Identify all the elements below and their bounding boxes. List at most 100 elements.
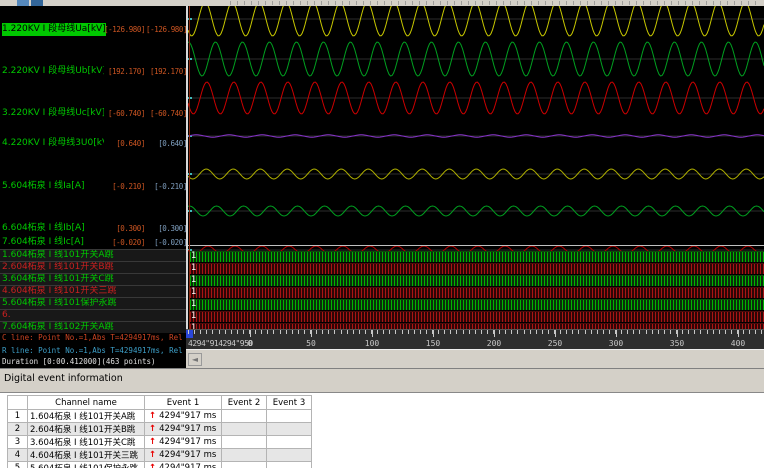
digital-channel-row[interactable]: 5.604柘泉 I 线101保护永跳 xyxy=(0,297,186,309)
row-number: 2 xyxy=(7,422,28,436)
digital-trace-row[interactable]: 1 xyxy=(190,299,764,310)
digital-trace-row[interactable]: 1 xyxy=(190,263,764,274)
channel-name[interactable]: 2.220KV I 段母线Ub[kV] xyxy=(2,65,104,78)
channel-name[interactable]: 7.604柘泉 I 线Ic[A] xyxy=(2,236,104,249)
rising-edge-arrow-icon: ↑ xyxy=(149,437,157,447)
row-number: 3 xyxy=(7,435,28,449)
row-event3 xyxy=(266,435,312,449)
channel-value-r: [-0.210] xyxy=(154,182,186,191)
digital-channel-row[interactable]: 1.604柘泉 I 线101开关A跳 xyxy=(0,249,186,261)
channel-value-c: [-0.210] xyxy=(112,182,145,191)
event1-time: 4294"917 ms xyxy=(159,437,217,447)
digital-channel-row[interactable]: 2.604柘泉 I 线101开关B跳 xyxy=(0,261,186,273)
channel-name[interactable]: 3.220KV I 段母线Uc[kV] xyxy=(2,107,104,120)
r-line-status: R line: Point No.=1,Abs T=4294917ms, Rel… xyxy=(2,346,186,355)
digital-state-value: 1 xyxy=(191,287,197,297)
event1-time: 4294"917 ms xyxy=(159,463,217,468)
table-row[interactable]: 1 1.604柘泉 I 线101开关A跳 ↑ 4294"917 ms xyxy=(7,409,312,423)
analog-channel-row[interactable]: 3.220KV I 段母线Uc[kV] [-60.740] [-60.740] xyxy=(0,107,186,120)
analog-channel-row[interactable]: 4.220KV I 段母线3U0[kV] [0.640] [0.640] xyxy=(0,137,186,150)
num-header xyxy=(7,395,28,410)
channel-name[interactable]: 6.604柘泉 I 线Ib[A] xyxy=(2,222,104,235)
row-event1: ↑ 4294"917 ms xyxy=(144,448,222,462)
ruler-tick-label: 400 xyxy=(730,339,746,348)
channel-value-c: [-60.740] xyxy=(107,109,145,118)
time-ruler[interactable]: 4294"914294"950 0 50 100 150 200 250 300 350 400 xyxy=(186,329,764,349)
digital-state-value: 1 xyxy=(191,251,197,261)
analog-channel-row[interactable]: 5.604柘泉 I 线Ia[A] [-0.210] [-0.210] xyxy=(0,180,186,193)
row-channel-name: 2.604柘泉 I 线101开关B跳 xyxy=(27,422,145,436)
analog-channel-row[interactable]: 1.220KV I 段母线Ua[kV] [-126.980] [-126.980… xyxy=(0,23,186,36)
channel-panel: 1.220KV I 段母线Ua[kV] [-126.980] [-126.980… xyxy=(0,6,186,368)
rising-edge-arrow-icon: ↑ xyxy=(149,411,157,421)
ruler-tick-label: 200 xyxy=(486,339,502,348)
waveform-window: 1.220KV I 段母线Ua[kV] [-126.980] [-126.980… xyxy=(0,6,764,368)
channel-value-c: [0.300] xyxy=(116,224,145,233)
digital-trace-row[interactable]: 1 xyxy=(190,311,764,322)
cursor-line[interactable] xyxy=(189,6,190,329)
digital-trace-row[interactable]: 1 xyxy=(190,275,764,286)
digital-trace-row[interactable]: 1 xyxy=(190,251,764,262)
section-title: Digital event information xyxy=(4,373,123,384)
row-event1: ↑ 4294"917 ms xyxy=(144,461,222,468)
channel-value-r: [-0.020] xyxy=(154,238,186,247)
duration-status: Duration [0:00.412000](463 points) xyxy=(2,357,156,366)
channel-value-c: [-0.020] xyxy=(112,238,145,247)
channel-value-c: [0.640] xyxy=(116,139,145,148)
digital-state-value: 1 xyxy=(191,299,197,309)
digital-channel-row[interactable]: 6. xyxy=(0,309,186,321)
digital-state-value: 1 xyxy=(191,275,197,285)
ruler-tick-label: 50 xyxy=(306,339,316,348)
row-channel-name: 5.604柘泉 I 线101保护永跳 xyxy=(27,461,145,468)
analog-channel-row[interactable]: 6.604柘泉 I 线Ib[A] [0.300] [0.300] xyxy=(0,222,186,235)
ruler-tick-label: 250 xyxy=(547,339,563,348)
analog-channel-row[interactable]: 7.604柘泉 I 线Ic[A] [-0.020] [-0.020] xyxy=(0,236,186,249)
horizontal-scrollbar[interactable]: ◄ xyxy=(186,349,764,368)
table-row[interactable]: 5 5.604柘泉 I 线101保护永跳 ↑4294"917 ms xyxy=(7,461,312,468)
row-event2 xyxy=(221,448,267,462)
channel-name[interactable]: 1.220KV I 段母线Ua[kV] xyxy=(2,23,106,36)
toolbar-tick-texture xyxy=(230,1,762,5)
row-event3 xyxy=(266,422,312,436)
waveform-plot[interactable]: 1111111 xyxy=(186,6,764,334)
channel-name[interactable]: 5.604柘泉 I 线Ia[A] xyxy=(2,180,104,193)
channel-name-header: Channel name xyxy=(27,395,145,410)
ruler-tick-label: 150 xyxy=(425,339,441,348)
table-header-row: Channel name Event 1 Event 2 Event 3 xyxy=(7,395,312,410)
event1-time: 4294"917 ms xyxy=(159,411,217,421)
row-event3 xyxy=(266,409,312,423)
ruler-tick-label: 350 xyxy=(669,339,685,348)
ruler-absolute-time-label: 4294"914294"950 xyxy=(188,339,253,348)
row-event3 xyxy=(266,461,312,468)
event-table: Channel name Event 1 Event 2 Event 3 1 1… xyxy=(7,395,312,468)
digital-channel-row[interactable]: 4.604柘泉 I 线101开关三跳 xyxy=(0,285,186,297)
channel-value-c: [192.170] xyxy=(107,67,145,76)
row-event1: ↑ 4294"917 ms xyxy=(144,422,222,436)
row-event2 xyxy=(221,409,267,423)
digital-channel-row[interactable]: 3.604柘泉 I 线101开关C跳 xyxy=(0,273,186,285)
event1-header: Event 1 xyxy=(144,395,222,410)
row-channel-name: 1.604柘泉 I 线101开关A跳 xyxy=(27,409,145,423)
digital-state-value: 1 xyxy=(191,263,197,273)
digital-state-value: 1 xyxy=(191,311,197,321)
analog-digital-separator xyxy=(188,245,764,246)
table-row[interactable]: 2 2.604柘泉 I 线101开关B跳 ↑ 4294"917 ms xyxy=(7,422,312,436)
event2-header: Event 2 xyxy=(221,395,267,410)
channel-name[interactable]: 4.220KV I 段母线3U0[kV] xyxy=(2,137,104,150)
channel-value-r: [0.300] xyxy=(158,224,186,233)
event3-header: Event 3 xyxy=(266,395,312,410)
table-row[interactable]: 4 4.604柘泉 I 线101开关三跳 ↑ 4294"917 ms xyxy=(7,448,312,462)
scroll-left-arrow-icon[interactable]: ◄ xyxy=(188,353,202,366)
digital-trace-row[interactable]: 1 xyxy=(190,287,764,298)
rising-edge-arrow-icon: ↑ xyxy=(149,463,157,468)
event1-time: 4294"917 ms xyxy=(159,424,217,434)
ruler-tick-label: 0 xyxy=(247,339,253,348)
row-channel-name: 4.604柘泉 I 线101开关三跳 xyxy=(27,448,145,462)
event-table-pane: Channel name Event 1 Event 2 Event 3 1 1… xyxy=(0,392,764,468)
analog-channel-row[interactable]: 2.220KV I 段母线Ub[kV] [192.170] [192.170] xyxy=(0,65,186,78)
digital-channel-row[interactable]: 7.604柘泉 I 线102开关A跳 xyxy=(0,321,186,333)
row-event2 xyxy=(221,461,267,468)
c-line-status: C line: Point No.=1,Abs T=4294917ms, Rel… xyxy=(2,333,186,342)
rising-edge-arrow-icon: ↑ xyxy=(149,424,157,434)
table-row[interactable]: 3 3.604柘泉 I 线101开关C跳 ↑ 4294"917 ms xyxy=(7,435,312,449)
